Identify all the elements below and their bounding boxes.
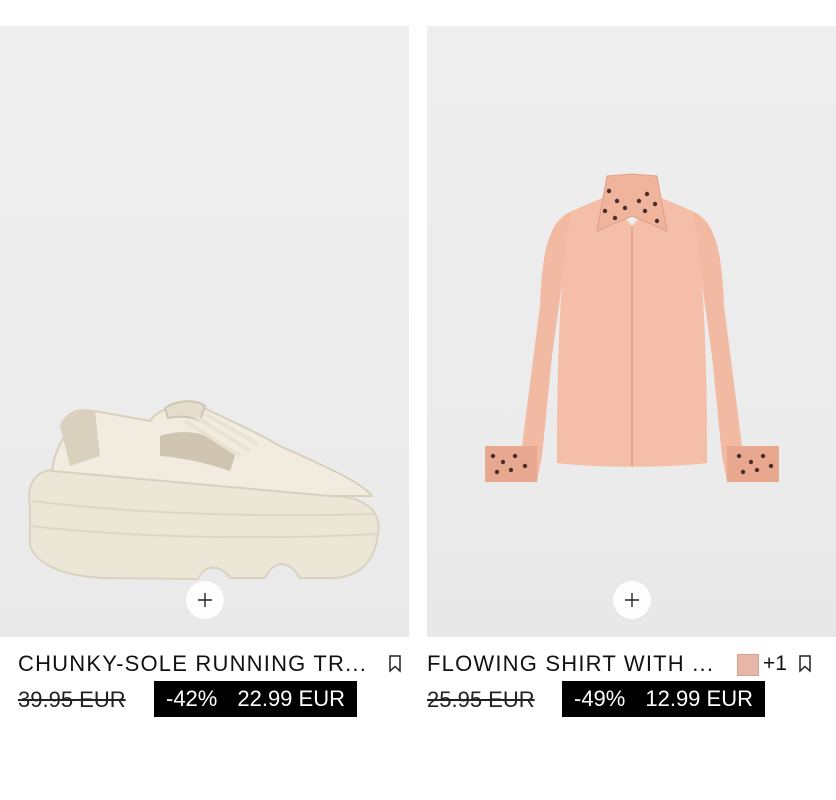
product-name[interactable]: FLOWING SHIRT WITH ... [427,651,714,677]
more-colors-count[interactable]: +1 [763,651,787,677]
product-card[interactable]: FLOWING SHIRT WITH ... +1 25.95 EUR -49%… [427,26,836,727]
add-to-cart-button[interactable] [612,581,651,619]
color-swatch[interactable] [737,654,759,676]
sale-price-badge: -42% 22.99 EUR [154,681,357,717]
discount-percent: -49% [574,686,626,711]
product-name[interactable]: CHUNKY-SOLE RUNNING TR... [18,651,367,677]
product-info: CHUNKY-SOLE RUNNING TR... 39.95 EUR -42%… [0,637,409,727]
bookmark-icon[interactable] [798,655,812,673]
original-price: 25.95 EUR [427,687,535,712]
sneaker-image [28,400,380,581]
bookmark-icon[interactable] [388,655,402,673]
plus-icon [624,593,639,607]
sale-price: 22.99 EUR [237,686,345,711]
product-image-shirt[interactable] [427,26,836,637]
original-price: 39.95 EUR [18,687,126,712]
product-info: FLOWING SHIRT WITH ... +1 25.95 EUR -49%… [427,637,836,727]
discount-percent: -42% [166,686,218,711]
plus-icon [197,593,212,607]
product-card[interactable]: CHUNKY-SOLE RUNNING TR... 39.95 EUR -42%… [0,26,409,727]
sale-price: 12.99 EUR [645,686,753,711]
add-to-cart-button[interactable] [185,581,224,619]
shirt-image [485,173,779,482]
sale-price-badge: -49% 12.99 EUR [562,681,765,717]
product-image-sneaker[interactable] [0,26,409,637]
